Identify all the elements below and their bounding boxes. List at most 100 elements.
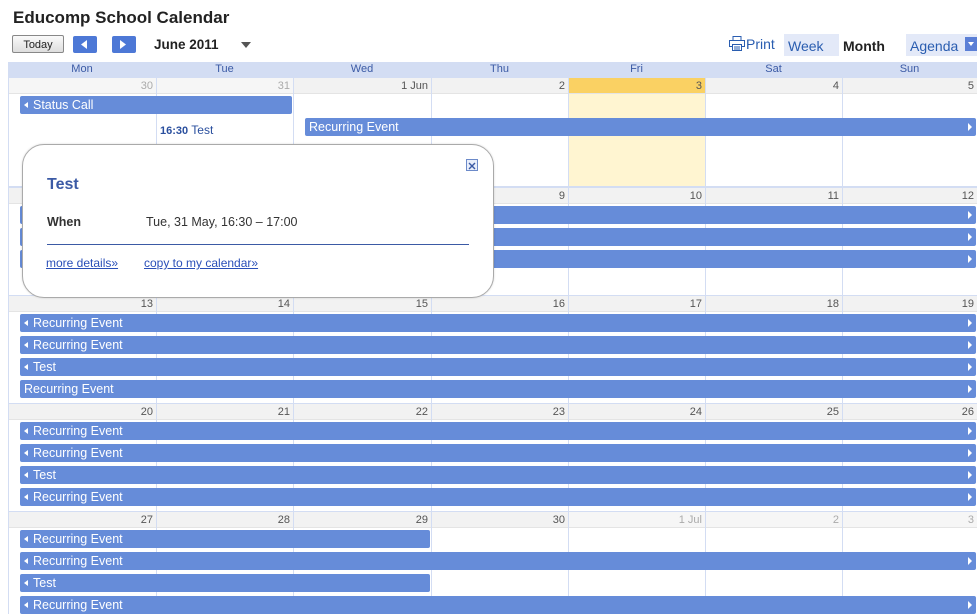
left-continue-icon [24, 558, 28, 565]
day-number[interactable]: 20 [9, 404, 156, 420]
day-number[interactable]: 24 [569, 404, 705, 420]
event-title: Test [33, 360, 56, 374]
more-details-link[interactable]: more details» [46, 256, 118, 270]
timed-event[interactable]: 16:30 Test [160, 123, 213, 137]
close-icon [468, 162, 476, 170]
event-bar[interactable]: Recurring Event [20, 552, 976, 570]
current-month-label[interactable]: June 2011 [154, 37, 219, 52]
print-icon [729, 36, 745, 51]
event-bar[interactable]: Recurring Event [20, 596, 976, 614]
day-number[interactable]: 31 [157, 78, 293, 94]
event-title: Recurring Event [33, 424, 123, 438]
day-number[interactable]: 2 [432, 78, 568, 94]
weekday-header: Sat [765, 63, 782, 75]
right-continue-icon [968, 363, 972, 371]
event-bar[interactable]: Status Call [20, 96, 292, 114]
print-label: Print [746, 36, 775, 52]
tab-week[interactable]: Week [784, 34, 839, 56]
next-arrow-icon [120, 40, 126, 49]
close-button[interactable] [466, 159, 478, 171]
views-menu-button[interactable] [965, 37, 977, 51]
next-button[interactable] [112, 36, 136, 53]
timed-event-title: Test [191, 123, 214, 137]
prev-button[interactable] [73, 36, 97, 53]
day-number[interactable]: 12 [843, 188, 977, 204]
weekday-header: Thu [490, 63, 509, 75]
weekday-header: Fri [630, 63, 643, 75]
day-number[interactable]: 23 [432, 404, 568, 420]
event-popup: Test When Tue, 31 May, 16:30 – 17:00 mor… [22, 144, 494, 298]
right-continue-icon [968, 341, 972, 349]
day-number[interactable]: 4 [706, 78, 842, 94]
event-bar[interactable]: Recurring Event [20, 314, 976, 332]
right-continue-icon [968, 255, 972, 263]
right-continue-icon [968, 319, 972, 327]
timed-event-time: 16:30 [160, 125, 189, 137]
day-number[interactable]: 1 Jun [294, 78, 431, 94]
day-number[interactable]: 1 Jul [569, 512, 705, 528]
event-title: Test [33, 576, 56, 590]
toolbar: Today June 2011 Print Week Month Agenda [12, 34, 977, 56]
right-continue-icon [968, 123, 972, 131]
print-link[interactable]: Print [729, 36, 775, 52]
day-number[interactable]: 3 [843, 512, 977, 528]
day-number[interactable]: 21 [157, 404, 293, 420]
calendar-title: Educomp School Calendar [13, 8, 230, 27]
left-continue-icon [24, 320, 28, 327]
event-title: Test [33, 468, 56, 482]
right-continue-icon [968, 601, 972, 609]
day-number[interactable]: 26 [843, 404, 977, 420]
weekday-header: Mon [71, 63, 93, 75]
tab-month[interactable]: Month [839, 34, 906, 56]
left-continue-icon [24, 450, 28, 457]
event-bar[interactable]: Recurring Event [20, 380, 976, 398]
popup-when-label: When [47, 215, 82, 229]
popup-when-value: Tue, 31 May, 16:30 – 17:00 [146, 215, 298, 229]
weekday-header: Tue [215, 63, 234, 75]
day-number[interactable]: 17 [569, 296, 705, 312]
day-number[interactable]: 18 [706, 296, 842, 312]
day-number[interactable]: 29 [294, 512, 431, 528]
day-number[interactable]: 14 [157, 296, 293, 312]
popup-title: Test [47, 176, 79, 193]
event-title: Recurring Event [33, 338, 123, 352]
event-bar[interactable]: Recurring Event [305, 118, 976, 136]
left-continue-icon [24, 536, 28, 543]
day-number[interactable]: 19 [843, 296, 977, 312]
copy-to-calendar-link[interactable]: copy to my calendar» [144, 256, 258, 270]
event-bar[interactable]: Test [20, 574, 430, 592]
event-bar[interactable]: Recurring Event [20, 488, 976, 506]
event-title: Recurring Event [309, 120, 399, 134]
today-button[interactable]: Today [12, 35, 64, 53]
event-bar[interactable]: Recurring Event [20, 444, 976, 462]
day-number[interactable]: 15 [294, 296, 431, 312]
event-bar[interactable]: Recurring Event [20, 530, 430, 548]
day-number[interactable]: 27 [9, 512, 156, 528]
day-number[interactable]: 30 [9, 78, 156, 94]
event-bar[interactable]: Test [20, 466, 976, 484]
day-number[interactable]: 11 [706, 188, 842, 204]
event-bar[interactable]: Test [20, 358, 976, 376]
day-number[interactable]: 2 [706, 512, 842, 528]
day-number[interactable]: 28 [157, 512, 293, 528]
day-number[interactable]: 13 [9, 296, 156, 312]
day-number[interactable]: 5 [843, 78, 977, 94]
left-continue-icon [24, 342, 28, 349]
left-continue-icon [24, 364, 28, 371]
day-number[interactable]: 25 [706, 404, 842, 420]
right-continue-icon [968, 493, 972, 501]
day-number[interactable]: 16 [432, 296, 568, 312]
day-number[interactable]: 3 [569, 78, 705, 94]
event-bar[interactable]: Recurring Event [20, 336, 976, 354]
weekday-header: Wed [350, 63, 374, 75]
right-continue-icon [968, 427, 972, 435]
day-number[interactable]: 30 [432, 512, 568, 528]
event-bar[interactable]: Recurring Event [20, 422, 976, 440]
left-continue-icon [24, 428, 28, 435]
day-number[interactable]: 22 [294, 404, 431, 420]
day-number[interactable]: 10 [569, 188, 705, 204]
left-continue-icon [24, 102, 28, 109]
divider [47, 244, 469, 245]
dropdown-caret-icon[interactable] [241, 42, 251, 48]
event-title: Recurring Event [24, 382, 114, 396]
